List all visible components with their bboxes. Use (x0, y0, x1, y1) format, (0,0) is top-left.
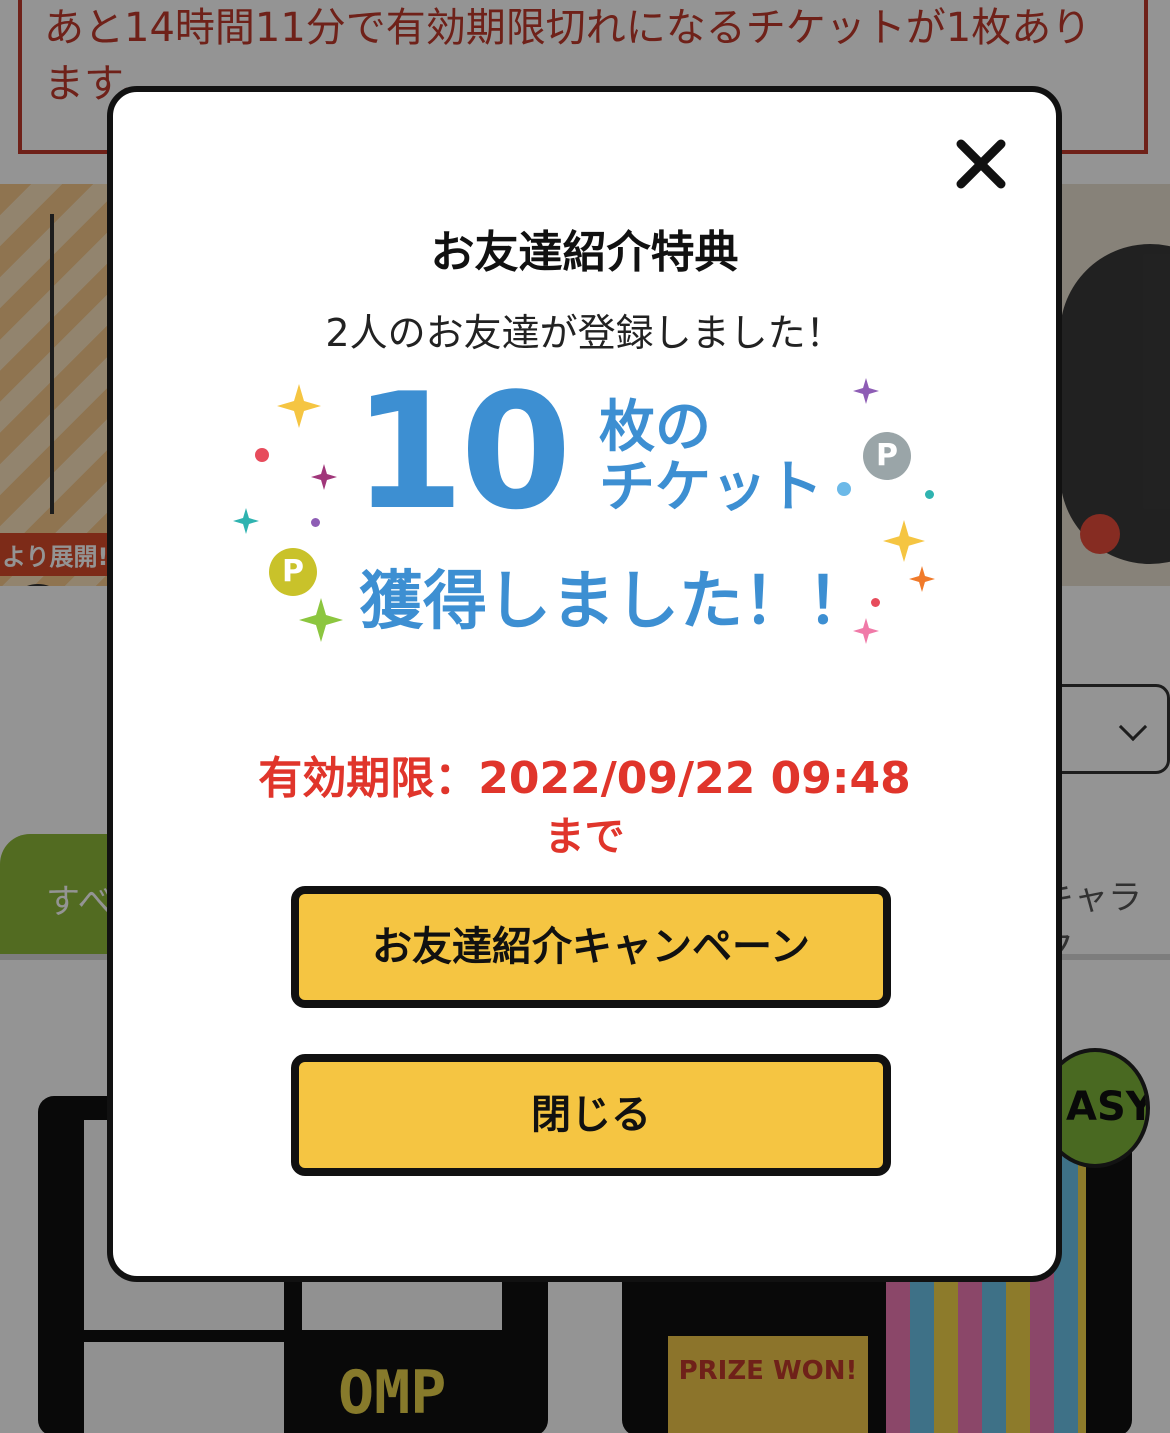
ticket-count: 10 (353, 358, 572, 545)
expiry-date: 有効期限：2022/09/22 09:48 (258, 753, 911, 804)
sparkle-icon (233, 508, 259, 534)
referral-reward-modal: お友達紹介特典 2人のお友達が登録しました！ P P 10 枚の チケット 獲得… (107, 86, 1062, 1282)
modal-subtitle: 2人のお友達が登録しました！ (325, 311, 844, 355)
dot-decoration (925, 490, 934, 499)
acquired-text: 獲得しました！！ (359, 565, 871, 639)
ticket-reward-graphic: P P 10 枚の チケット 獲得しました！！ (223, 372, 953, 652)
expiry-suffix: まで (544, 814, 625, 860)
sparkle-icon (299, 598, 343, 642)
close-button[interactable]: 閉じる (291, 1054, 891, 1176)
dot-decoration (311, 518, 320, 527)
sparkle-icon (277, 384, 321, 428)
dot-decoration (837, 482, 851, 496)
point-coin-icon: P (269, 548, 317, 596)
sparkle-icon (883, 520, 925, 562)
modal-title: お友達紹介特典 (430, 227, 739, 278)
sparkle-icon (853, 378, 879, 404)
ticket-unit-line1: 枚の (599, 395, 711, 460)
dot-decoration (871, 598, 880, 607)
point-coin-icon: P (863, 432, 911, 480)
sparkle-icon (909, 566, 935, 592)
dot-decoration (255, 448, 269, 462)
close-icon[interactable] (953, 136, 1009, 192)
sparkle-icon (311, 464, 337, 490)
ticket-unit-line2: チケット (599, 455, 823, 520)
referral-campaign-button[interactable]: お友達紹介キャンペーン (291, 886, 891, 1008)
